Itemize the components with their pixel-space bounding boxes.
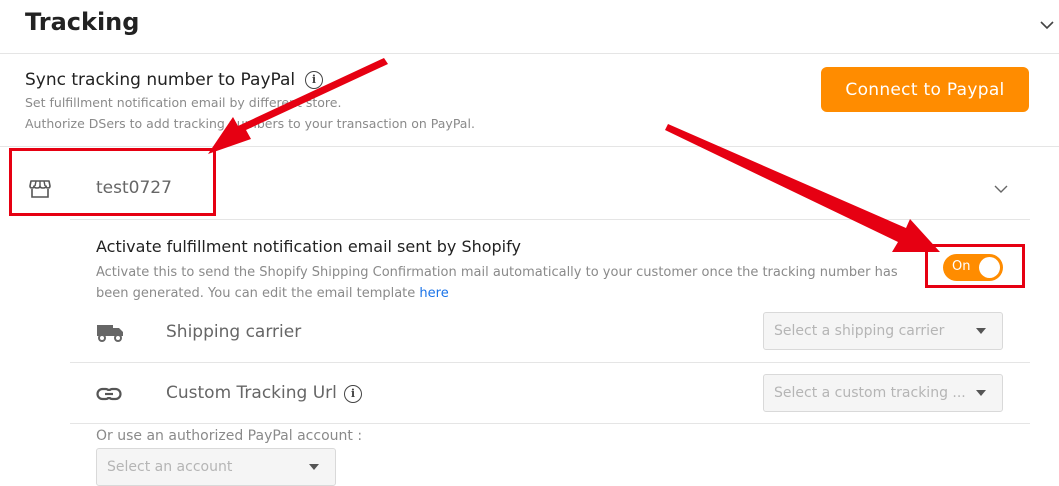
page-title: Tracking — [25, 8, 140, 36]
store-expand-chevron-icon[interactable] — [994, 185, 1008, 194]
connect-paypal-button[interactable]: Connect to Paypal — [821, 67, 1029, 112]
shipping-carrier-placeholder: Select a shipping carrier — [774, 323, 945, 339]
custom-tracking-select[interactable]: Select a custom tracking ... — [763, 374, 1003, 412]
activate-title: Activate fulfillment notification email … — [96, 237, 521, 256]
store-divider — [70, 219, 1030, 220]
sync-desc-line1: Set fulfillment notification email by di… — [25, 95, 342, 110]
email-template-link[interactable]: here — [419, 286, 448, 301]
link-icon — [96, 387, 122, 401]
custom-url-divider — [70, 423, 1030, 424]
shipping-carrier-label: Shipping carrier — [166, 322, 302, 342]
info-icon[interactable]: i — [305, 71, 323, 89]
caret-down-icon — [976, 390, 986, 396]
toggle-highlight-box — [925, 244, 1025, 288]
custom-tracking-url-label: Custom Tracking Url — [166, 383, 337, 403]
paypal-account-label: Or use an authorized PayPal account : — [96, 428, 363, 444]
arrow-to-toggle — [665, 124, 940, 252]
header-divider — [0, 53, 1059, 54]
store-highlight-box — [9, 148, 216, 216]
activate-desc: Activate this to send the Shopify Shippi… — [96, 262, 926, 304]
info-icon[interactable]: i — [344, 385, 362, 403]
collapse-chevron-icon[interactable] — [1040, 20, 1054, 30]
sync-title: Sync tracking number to PayPal — [25, 70, 296, 90]
truck-icon — [97, 325, 123, 342]
caret-down-icon — [309, 464, 319, 470]
shipping-divider — [70, 362, 1030, 363]
paypal-account-placeholder: Select an account — [107, 459, 233, 475]
sync-desc-line2: Authorize DSers to add tracking numbers … — [25, 116, 475, 131]
activate-desc-text: Activate this to send the Shopify Shippi… — [96, 265, 898, 301]
custom-tracking-placeholder: Select a custom tracking ... — [774, 385, 966, 401]
sync-divider — [0, 146, 1059, 147]
caret-down-icon — [976, 328, 986, 334]
shipping-carrier-select[interactable]: Select a shipping carrier — [763, 312, 1003, 350]
paypal-account-select[interactable]: Select an account — [96, 448, 336, 486]
